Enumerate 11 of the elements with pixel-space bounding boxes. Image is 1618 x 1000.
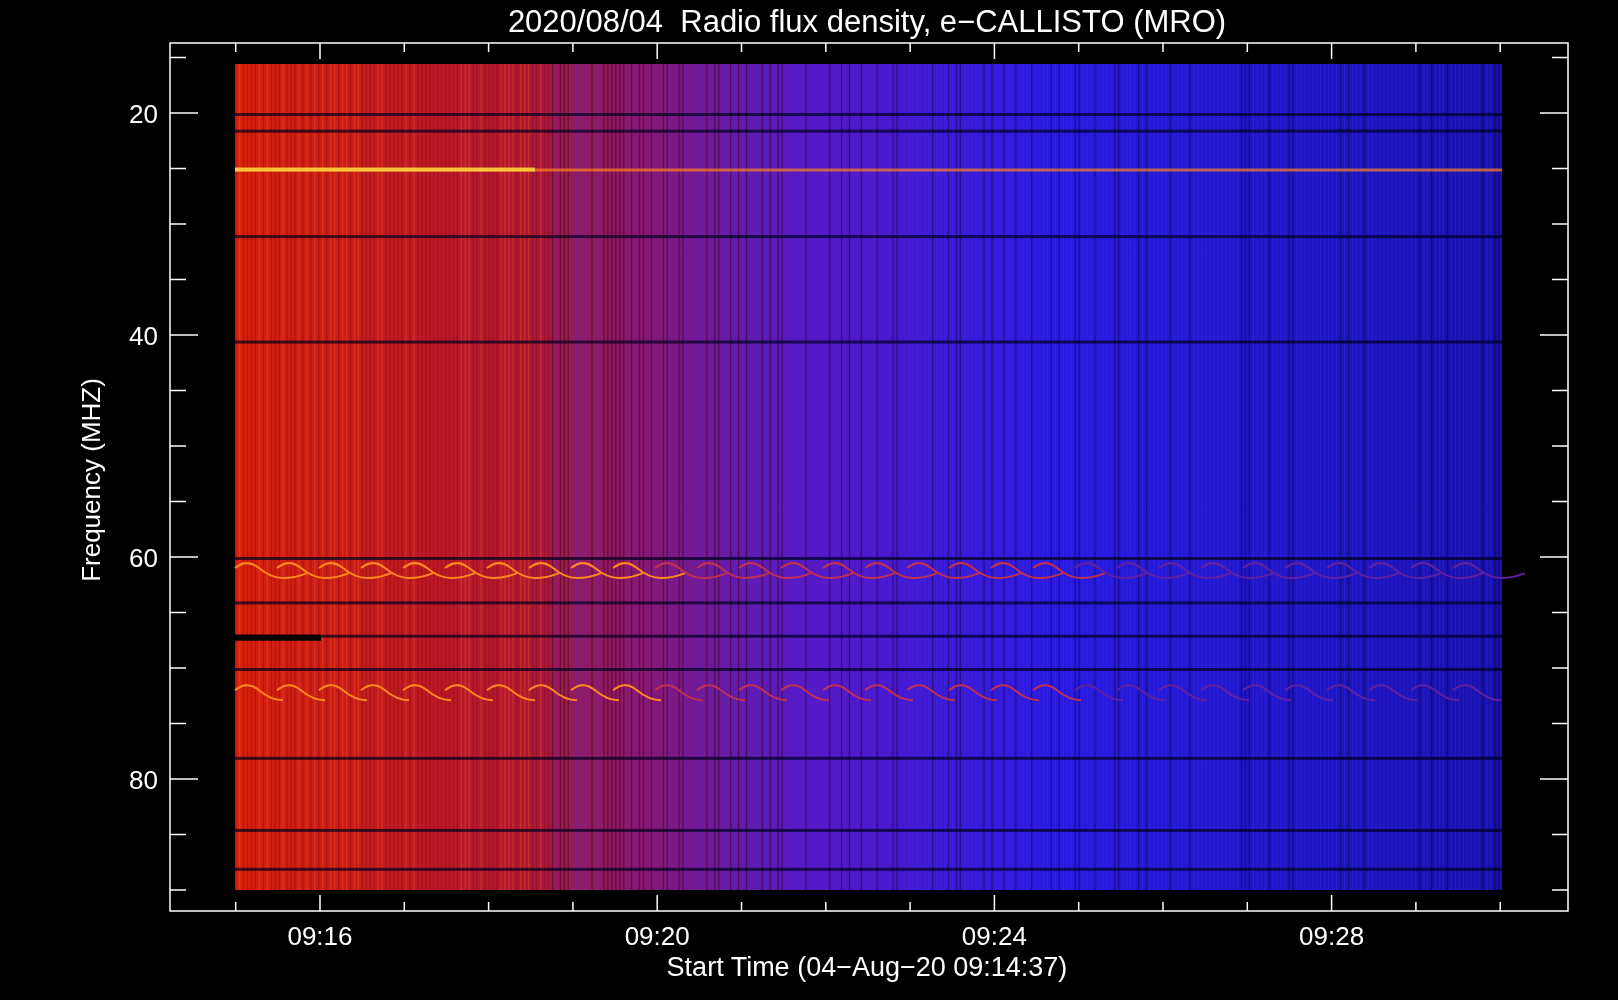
y-tick-label: 20 — [129, 99, 158, 129]
y-tick-label: 60 — [129, 543, 158, 573]
chart-title: 2020/08/04 Radio flux density, e−CALLISTO (MRO) — [507, 4, 1227, 39]
x-tick-label: 09:28 — [1299, 921, 1365, 951]
x-tick-label: 09:24 — [961, 921, 1027, 951]
x-axis-label: Start Time (04−Aug−20 09:14:37) — [666, 952, 1068, 982]
y-axis-label: Frequency (MHZ) — [76, 378, 106, 582]
x-tick-label: 09:20 — [624, 921, 690, 951]
y-tick-label: 40 — [129, 321, 158, 351]
x-tick-label: 09:16 — [287, 921, 353, 951]
y-tick-label: 80 — [129, 765, 158, 795]
